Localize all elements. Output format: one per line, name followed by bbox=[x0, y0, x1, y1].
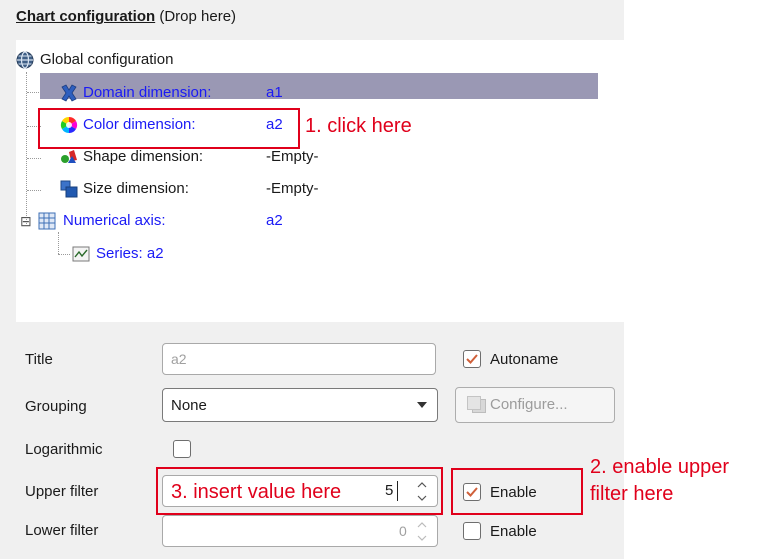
collapse-toggle-icon[interactable]: ⊟ bbox=[20, 209, 32, 233]
tree-item-domain-dimension[interactable]: Domain dimension: a1 bbox=[60, 81, 320, 105]
configure-button-label: Configure... bbox=[490, 396, 568, 413]
tree-connector bbox=[58, 232, 59, 254]
tree-item-label: Size dimension: bbox=[83, 180, 189, 197]
globe-icon bbox=[16, 51, 34, 69]
lower-filter-value: 0 bbox=[399, 523, 407, 539]
annotation-step2-line1: 2. enable upper bbox=[590, 456, 730, 478]
grouping-label: Grouping bbox=[25, 398, 87, 415]
grouping-select[interactable]: None bbox=[162, 388, 438, 422]
tree-item-label: Series: a2 bbox=[96, 245, 164, 262]
shapes-icon bbox=[60, 148, 78, 166]
annotation-step3: 3. insert value here bbox=[171, 481, 342, 503]
tree-item-value: a2 bbox=[266, 212, 283, 229]
tree-item-label: Global configuration bbox=[40, 51, 174, 68]
annotation-step2-line2: filter here bbox=[590, 483, 674, 505]
tree-connector bbox=[58, 254, 70, 255]
logarithmic-label: Logarithmic bbox=[25, 441, 103, 458]
tree-item-value: a1 bbox=[266, 84, 283, 101]
title-input-value: a2 bbox=[171, 351, 187, 367]
title-input[interactable]: a2 bbox=[162, 343, 436, 375]
logarithmic-checkbox[interactable] bbox=[173, 440, 191, 458]
title-label: Title bbox=[25, 351, 53, 368]
tree-connector bbox=[27, 158, 41, 159]
series-chart-icon bbox=[72, 245, 90, 263]
tree-connector bbox=[27, 190, 41, 191]
tree-item-numerical-axis[interactable]: ⊟ Numerical axis: a2 bbox=[20, 209, 320, 233]
annotation-box-step2 bbox=[451, 468, 583, 515]
size-squares-icon bbox=[60, 180, 78, 198]
tree-item-global-configuration[interactable]: Global configuration bbox=[16, 48, 316, 72]
annotation-step1: 1. click here bbox=[305, 115, 412, 137]
grouping-select-value: None bbox=[171, 397, 207, 414]
autoname-label: Autoname bbox=[490, 351, 559, 368]
tree-connector bbox=[27, 92, 41, 93]
tree-item-value: -Empty- bbox=[266, 180, 319, 197]
grid-axis-icon bbox=[38, 212, 56, 230]
configure-button[interactable]: Configure... bbox=[455, 387, 615, 423]
panel-title: Chart configuration (Drop here) bbox=[16, 8, 236, 25]
upper-filter-label: Upper filter bbox=[25, 483, 99, 500]
autoname-checkbox[interactable] bbox=[463, 350, 481, 368]
lower-filter-spinner[interactable]: 0 bbox=[162, 515, 438, 547]
spinner-up-icon[interactable] bbox=[413, 518, 431, 530]
lower-filter-label: Lower filter bbox=[25, 522, 99, 539]
tree-item-size-dimension[interactable]: Size dimension: -Empty- bbox=[60, 177, 320, 201]
lower-filter-enable-label: Enable bbox=[490, 523, 537, 540]
tree-item-label: Numerical axis: bbox=[63, 212, 166, 229]
lower-filter-enable-checkbox[interactable] bbox=[463, 522, 481, 540]
tree-item-label: Domain dimension: bbox=[83, 84, 212, 101]
tree-connector bbox=[26, 72, 27, 224]
configure-icon-back bbox=[467, 396, 481, 410]
tree-item-series[interactable]: Series: a2 bbox=[72, 242, 272, 266]
annotation-box-step1 bbox=[38, 108, 300, 149]
domain-x-icon bbox=[60, 84, 78, 102]
chevron-down-icon bbox=[417, 402, 427, 408]
panel-title-bold: Chart configuration bbox=[16, 8, 156, 25]
spinner-down-icon[interactable] bbox=[413, 531, 431, 543]
panel-title-rest: (Drop here) bbox=[155, 8, 237, 25]
